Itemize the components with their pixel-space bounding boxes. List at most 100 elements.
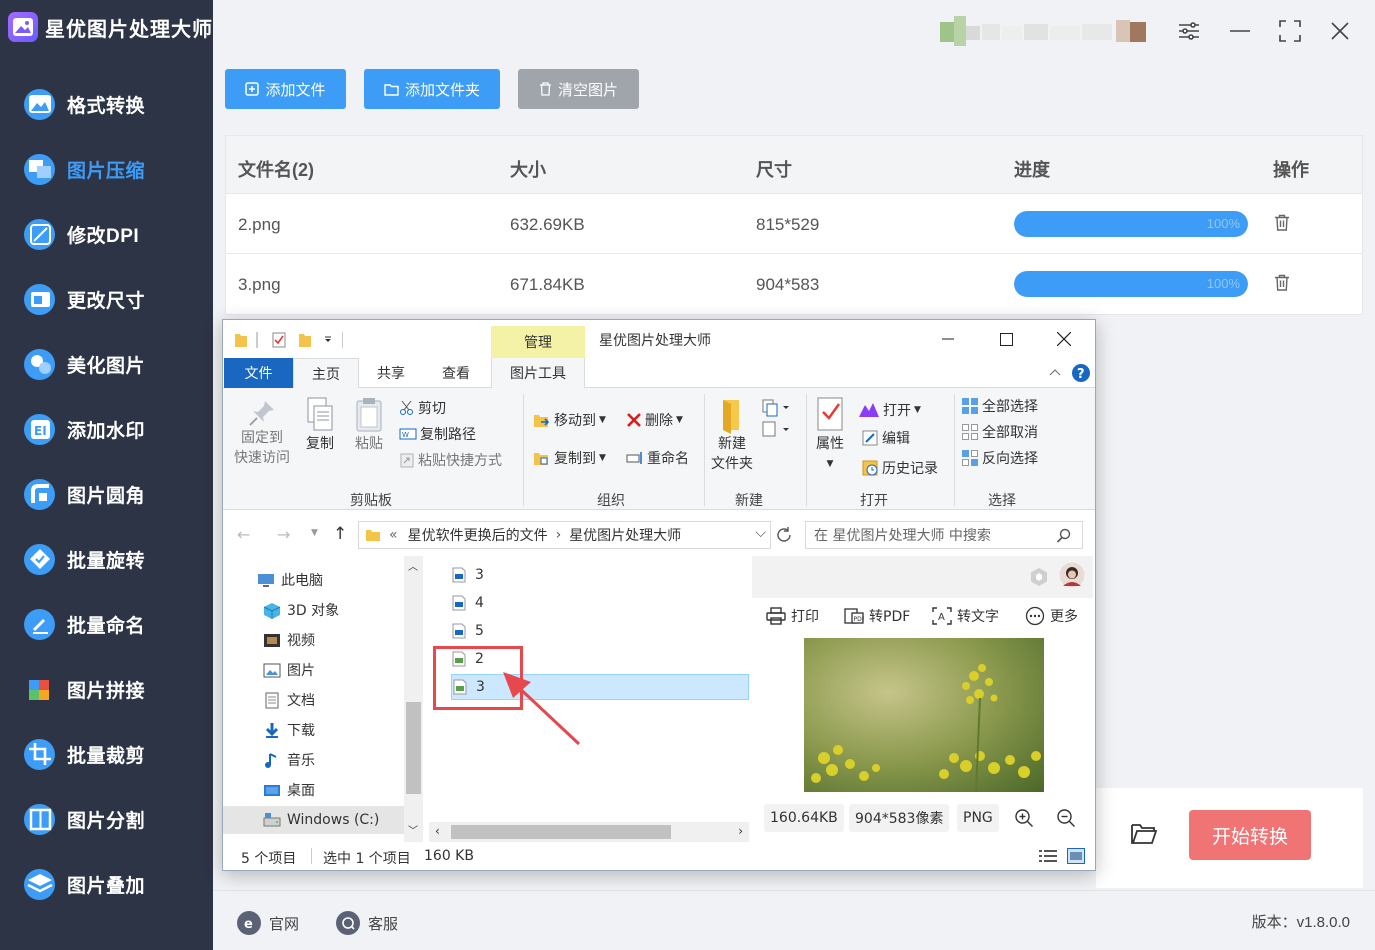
- support-link[interactable]: 客服: [336, 911, 398, 935]
- copy-to-button[interactable]: 复制到 ▼: [533, 448, 606, 468]
- tab-image-tools[interactable]: 图片工具: [491, 358, 585, 388]
- nav-scrollbar[interactable]: ︿ ﹀: [404, 556, 423, 842]
- paste-button[interactable]: 粘贴: [349, 396, 389, 454]
- tree-item[interactable]: 视频: [263, 626, 315, 654]
- tab-share[interactable]: 共享: [363, 358, 419, 388]
- file-list-item[interactable]: 4: [451, 590, 749, 616]
- to-text-button[interactable]: A 转文字: [932, 606, 999, 626]
- pictures-icon: [263, 662, 281, 678]
- sidebar-item-dpi[interactable]: 修改DPI: [24, 214, 139, 254]
- scroll-right-icon[interactable]: ›: [738, 824, 743, 838]
- delete-button[interactable]: 删除 ▼: [626, 410, 683, 430]
- tab-view[interactable]: 查看: [428, 358, 484, 388]
- explorer-close-icon[interactable]: [1041, 326, 1087, 352]
- address-dropdown-icon[interactable]: ⌵: [755, 525, 766, 541]
- website-link[interactable]: e 官网: [237, 911, 299, 935]
- sidebar-item-split[interactable]: 图片分割: [24, 799, 145, 839]
- tree-item[interactable]: 下载: [263, 716, 315, 744]
- move-to-button[interactable]: 移动到 ▼: [533, 410, 606, 430]
- explorer-maximize-icon[interactable]: [983, 326, 1029, 352]
- sidebar-item-crop[interactable]: 批量裁剪: [24, 734, 145, 774]
- delete-row-icon[interactable]: [1274, 274, 1290, 294]
- copy-button[interactable]: 复制: [301, 396, 339, 454]
- recent-chevron-icon[interactable]: ▼: [311, 528, 318, 538]
- cut-button[interactable]: 剪切: [399, 398, 446, 418]
- table-row[interactable]: 2.png 632.69KB 815*529 100%: [226, 194, 1362, 254]
- tree-item[interactable]: 文档: [263, 686, 315, 714]
- scroll-up-icon[interactable]: ︿: [408, 558, 418, 573]
- up-arrow-icon[interactable]: ↑: [333, 524, 347, 544]
- rename-button[interactable]: 重命名: [626, 448, 689, 468]
- address-bar[interactable]: « 星优软件更换后的文件 › 星优图片处理大师 ⌵: [358, 521, 771, 549]
- history-button[interactable]: 历史记录: [861, 458, 938, 478]
- breadcrumb-current[interactable]: 星优图片处理大师: [569, 525, 681, 545]
- file-list-item[interactable]: 3: [451, 562, 749, 588]
- pin-quick-access-button[interactable]: 固定到 快速访问: [231, 398, 293, 468]
- settings-icon[interactable]: [1176, 18, 1202, 44]
- details-view-icon[interactable]: [1039, 849, 1057, 863]
- tree-item[interactable]: 此电脑: [257, 566, 323, 594]
- explorer-search-input[interactable]: 在 星优图片处理大师 中搜索: [805, 521, 1083, 549]
- scroll-left-icon[interactable]: ‹: [435, 824, 440, 838]
- sidebar-item-image-format[interactable]: 格式转换: [24, 84, 145, 124]
- sidebar-item-puzzle[interactable]: 图片拼接: [24, 669, 145, 709]
- user-avatar-blurred[interactable]: [940, 16, 1155, 46]
- invert-selection-button[interactable]: 反向选择: [961, 448, 1038, 468]
- sidebar-item-compress[interactable]: 图片压缩: [24, 149, 145, 189]
- tree-item[interactable]: 音乐: [263, 746, 315, 774]
- maximize-icon[interactable]: [1277, 18, 1303, 44]
- new-folder-button[interactable]: 新建 文件夹: [709, 396, 755, 474]
- open-button[interactable]: 打开 ▼: [858, 400, 921, 420]
- file-scroll-thumb[interactable]: [451, 825, 671, 839]
- sidebar-item-rotate[interactable]: 批量旋转: [24, 539, 145, 579]
- close-icon[interactable]: [1327, 18, 1353, 44]
- sidebar-item-layers[interactable]: 图片叠加: [24, 864, 145, 904]
- more-button[interactable]: 更多: [1025, 606, 1078, 626]
- explorer-minimize-icon[interactable]: [925, 326, 971, 352]
- sidebar-item-beautify[interactable]: 美化图片: [24, 344, 145, 384]
- nav-scroll-thumb[interactable]: [406, 702, 421, 794]
- refresh-icon[interactable]: [775, 526, 793, 544]
- add-folder-button[interactable]: 添加文件夹: [364, 69, 500, 109]
- start-convert-button[interactable]: 开始转换: [1189, 810, 1311, 860]
- tab-file[interactable]: 文件: [224, 358, 293, 388]
- user-avatar[interactable]: [1059, 562, 1085, 588]
- select-none-button[interactable]: 全部取消: [961, 422, 1038, 442]
- properties-button[interactable]: 属性 ▼: [811, 396, 849, 474]
- sidebar-item-round-corner[interactable]: 图片圆角: [24, 474, 145, 514]
- tree-item[interactable]: Windows (C:): [223, 806, 404, 834]
- select-all-button[interactable]: 全部选择: [961, 396, 1038, 416]
- add-file-button[interactable]: 添加文件: [225, 69, 346, 109]
- file-list-hscrollbar[interactable]: ‹ ›: [429, 822, 749, 842]
- zoom-out-icon[interactable]: [1056, 808, 1076, 828]
- to-pdf-button[interactable]: PDF 转PDF: [844, 606, 910, 626]
- manage-context-tab[interactable]: 管理: [491, 326, 585, 358]
- minimize-icon[interactable]: [1227, 18, 1253, 44]
- tree-item[interactable]: 图片: [263, 656, 315, 684]
- clear-images-button[interactable]: 清空图片: [518, 69, 639, 109]
- tree-item[interactable]: 3D 对象: [263, 596, 339, 624]
- new-item-icon[interactable]: [761, 398, 791, 438]
- sidebar-item-watermark[interactable]: EI 添加水印: [24, 409, 145, 449]
- back-arrow-icon[interactable]: ←: [237, 525, 250, 544]
- edit-button[interactable]: 编辑: [861, 428, 910, 448]
- collapse-ribbon-icon[interactable]: [1049, 368, 1061, 376]
- tab-home[interactable]: 主页: [293, 358, 359, 389]
- file-list-item[interactable]: 5: [451, 618, 749, 644]
- print-button[interactable]: 打印: [766, 606, 819, 626]
- tree-item[interactable]: 桌面: [263, 776, 315, 804]
- delete-row-icon[interactable]: [1274, 214, 1290, 234]
- breadcrumb-parent[interactable]: 星优软件更换后的文件: [408, 525, 548, 545]
- large-icons-view-icon[interactable]: [1067, 848, 1085, 864]
- open-folder-icon[interactable]: [1130, 822, 1158, 849]
- scroll-down-icon[interactable]: ﹀: [408, 822, 418, 837]
- quick-access-toolbar[interactable]: [233, 330, 343, 350]
- table-row[interactable]: 3.png 671.84KB 904*583 100%: [226, 254, 1362, 314]
- help-icon[interactable]: ?: [1071, 363, 1091, 383]
- zoom-in-icon[interactable]: [1014, 808, 1034, 828]
- sidebar-item-resize[interactable]: 更改尺寸: [24, 279, 145, 319]
- copy-path-button[interactable]: W 复制路径: [399, 424, 476, 444]
- paste-shortcut-button[interactable]: 粘贴快捷方式: [399, 450, 502, 470]
- sidebar-item-rename[interactable]: 批量命名: [24, 604, 145, 644]
- forward-arrow-icon[interactable]: →: [277, 525, 290, 544]
